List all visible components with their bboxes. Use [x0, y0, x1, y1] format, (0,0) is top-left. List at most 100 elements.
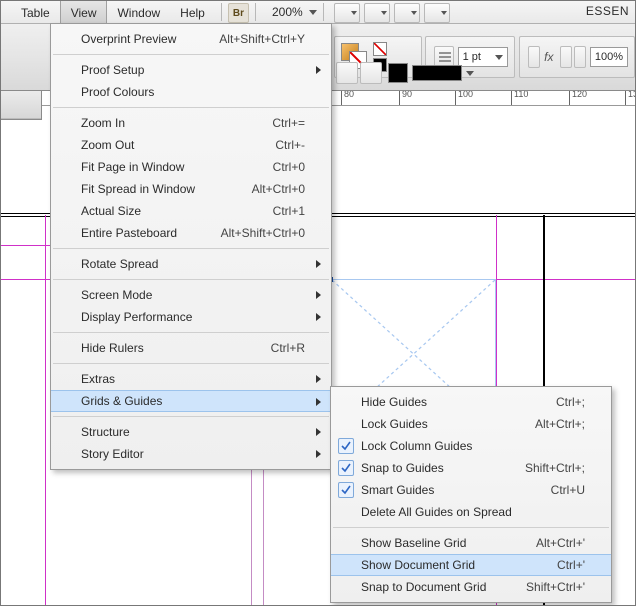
grids-guides-item-show-baseline-grid[interactable]: Show Baseline GridAlt+Ctrl+' [331, 532, 611, 554]
menu-item-label: Lock Guides [361, 417, 428, 431]
view-menu-item-fit-page-in-window[interactable]: Fit Page in WindowCtrl+0 [51, 156, 331, 178]
menu-item-shortcut: Ctrl+= [195, 116, 305, 130]
menubar-sep [255, 3, 256, 21]
view-menu-item-zoom-out[interactable]: Zoom OutCtrl+- [51, 134, 331, 156]
menu-item-shortcut: Alt+Shift+Ctrl+0 [195, 226, 305, 240]
menu-item-shortcut: Shift+Ctrl+' [475, 580, 585, 594]
ruler-tick: 13 [625, 89, 636, 105]
menu-item-shortcut: Alt+Ctrl+; [475, 417, 585, 431]
menu-item-label: Lock Column Guides [361, 439, 472, 453]
menu-item-label: Fit Spread in Window [81, 182, 195, 196]
view-menu-item-hide-rulers[interactable]: Hide RulersCtrl+R [51, 337, 331, 359]
menu-item-label: Proof Setup [81, 63, 144, 77]
submenu-arrow-icon [316, 313, 321, 321]
left-palette [1, 89, 42, 120]
menu-item-label: Smart Guides [361, 483, 434, 497]
opacity-field[interactable]: 100% [590, 47, 628, 67]
view-options-button[interactable] [394, 3, 420, 23]
menu-separator [53, 54, 329, 55]
menu-window[interactable]: Window [107, 1, 170, 23]
menu-item-label: Fit Page in Window [81, 160, 184, 174]
grids-guides-item-snap-to-document-grid[interactable]: Snap to Document GridShift+Ctrl+' [331, 576, 611, 598]
grids-guides-item-show-document-grid[interactable]: Show Document GridCtrl+' [331, 554, 611, 576]
menu-item-label: Screen Mode [81, 288, 152, 302]
menu-item-label: Actual Size [81, 204, 141, 218]
menu-item-label: Overprint Preview [81, 32, 176, 46]
zoom-dropdown[interactable]: 200% [270, 1, 317, 23]
view-menu-item-entire-pasteboard[interactable]: Entire Pasteboard Alt+Shift+Ctrl+0 [51, 222, 331, 244]
view-menu-item-story-editor[interactable]: Story Editor [51, 443, 331, 465]
ruler-tick: 100 [455, 89, 473, 105]
menu-item-label: Extras [81, 372, 115, 386]
menu-separator [53, 248, 329, 249]
drop-shadow-icon[interactable] [528, 46, 540, 68]
dropdown-arrow-icon [309, 10, 317, 15]
menu-separator [53, 363, 329, 364]
align-icon[interactable] [360, 62, 382, 84]
menu-item-label: Proof Colours [81, 85, 154, 99]
menu-separator [53, 416, 329, 417]
menu-item-label: Entire Pasteboard [81, 226, 177, 240]
column-guide [251, 465, 252, 605]
menu-item-shortcut: Ctrl+1 [195, 204, 305, 218]
menu-item-label: Structure [81, 425, 130, 439]
submenu-arrow-icon [316, 291, 321, 299]
screen-mode-button[interactable] [334, 3, 360, 23]
view-menu-item-rotate-spread[interactable]: Rotate Spread [51, 253, 331, 275]
apply-none-icon[interactable] [373, 42, 387, 56]
margin-guide [45, 215, 46, 605]
dropdown-arrow-icon [466, 71, 474, 76]
view-menu-item-screen-mode[interactable]: Screen Mode [51, 284, 331, 306]
arrange-button[interactable] [364, 3, 390, 23]
ruler-tick: 110 [511, 89, 528, 105]
menu-view[interactable]: View [60, 1, 108, 23]
menu-item-shortcut: Ctrl+; [475, 395, 585, 409]
ruler-tick: 120 [569, 89, 587, 105]
view-options2-button[interactable] [424, 3, 450, 23]
menubar-sep [323, 3, 324, 21]
view-menu-item-overprint-preview[interactable]: Overprint PreviewAlt+Shift+Ctrl+Y [51, 28, 331, 50]
view-menu-item-display-performance[interactable]: Display Performance [51, 306, 331, 328]
zoom-value: 200% [270, 5, 305, 19]
grids-guides-item-lock-guides[interactable]: Lock Guides Alt+Ctrl+; [331, 413, 611, 435]
pathfinder-icon[interactable] [336, 62, 358, 84]
grids-guides-item-delete-all-guides-on-spread[interactable]: Delete All Guides on Spread [331, 501, 611, 523]
grids-guides-item-hide-guides[interactable]: Hide Guides Ctrl+; [331, 391, 611, 413]
container-fill-swatch[interactable] [388, 63, 408, 83]
menu-item-label: Zoom Out [81, 138, 134, 152]
menu-item-label: Hide Guides [361, 395, 427, 409]
menu-item-label: Delete All Guides on Spread [361, 505, 512, 519]
check-icon [338, 438, 354, 454]
menu-help[interactable]: Help [170, 1, 215, 23]
view-menu-item-extras[interactable]: Extras [51, 368, 331, 390]
column-guide [263, 465, 264, 605]
effects-dropdown-button[interactable] [560, 46, 572, 68]
effects-panel: fx 100% [519, 36, 635, 78]
grids-guides-item-snap-to-guides[interactable]: Snap to Guides Shift+Ctrl+; [331, 457, 611, 479]
menu-item-label: Show Document Grid [361, 558, 475, 572]
menu-item-label: Zoom In [81, 116, 125, 130]
menu-item-label: Snap to Guides [361, 461, 444, 475]
view-menu-item-grids-guides[interactable]: Grids & Guides [51, 390, 331, 412]
fx-label[interactable]: fx [544, 50, 553, 64]
grids-guides-item-smart-guides[interactable]: Smart GuidesCtrl+U [331, 479, 611, 501]
view-menu-item-zoom-in[interactable]: Zoom In Ctrl+= [51, 112, 331, 134]
menu-item-label: Hide Rulers [81, 341, 144, 355]
view-menu-item-fit-spread-in-window[interactable]: Fit Spread in WindowAlt+Ctrl+0 [51, 178, 331, 200]
menu-separator [333, 527, 609, 528]
menu-table[interactable]: Table [11, 1, 60, 23]
check-icon [338, 460, 354, 476]
view-menu-item-actual-size[interactable]: Actual Size Ctrl+1 [51, 200, 331, 222]
check-icon [338, 482, 354, 498]
menu-item-label: Story Editor [81, 447, 144, 461]
menu-item-shortcut: Shift+Ctrl+; [475, 461, 585, 475]
view-menu: Overprint PreviewAlt+Shift+Ctrl+Y Proof S… [50, 23, 332, 470]
menu-separator [53, 107, 329, 108]
grids-guides-item-lock-column-guides[interactable]: Lock Column Guides [331, 435, 611, 457]
bridge-button[interactable]: Br [228, 3, 249, 23]
view-menu-item-proof-colours[interactable]: Proof Colours [51, 81, 331, 103]
palette-cell[interactable] [1, 89, 41, 119]
view-menu-item-structure[interactable]: Structure [51, 421, 331, 443]
stroke-style-swatch[interactable] [412, 65, 462, 81]
view-menu-item-proof-setup[interactable]: Proof Setup [51, 59, 331, 81]
